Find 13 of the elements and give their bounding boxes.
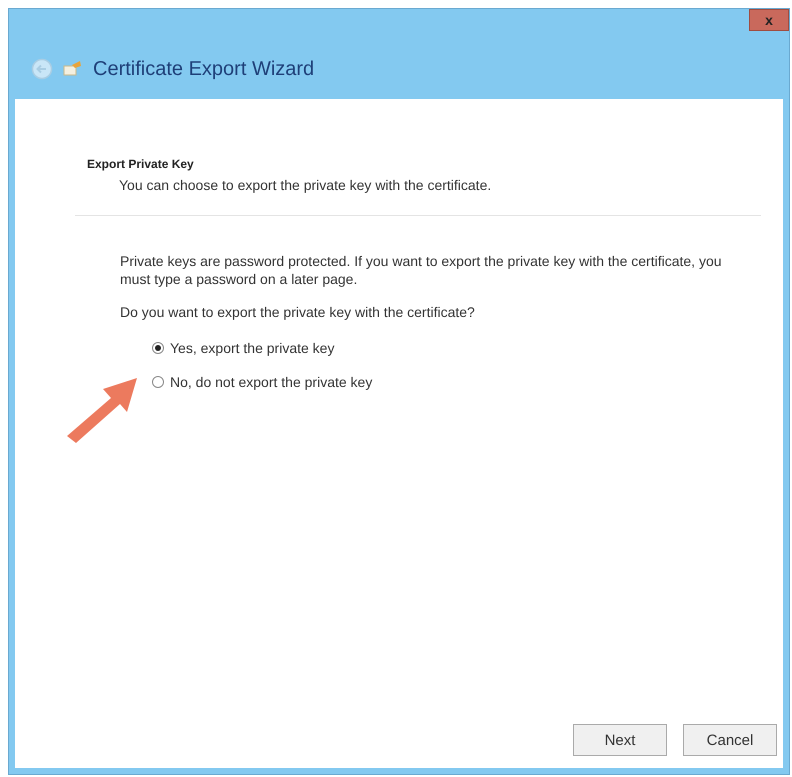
next-button[interactable]: Next (573, 724, 667, 756)
radio-option[interactable]: No, do not export the private key (152, 374, 723, 390)
radio-button[interactable] (152, 342, 164, 354)
question-text: Do you want to export the private key with the certificate? (120, 304, 476, 320)
info-paragraph: Private keys are password protected. If you want to export the private key with the certificate, you must type a password on a later page. (120, 252, 723, 288)
radio-option[interactable]: Yes, export the private key (152, 340, 723, 356)
page-subtitle: You can choose to export the private key with the certificate. (119, 177, 492, 193)
page-heading: Export Private Key (87, 157, 195, 171)
window-title: Certificate Export Wizard (93, 58, 314, 80)
close-button[interactable]: x (749, 9, 789, 31)
cancel-button[interactable]: Cancel (683, 724, 777, 756)
radio-button[interactable] (152, 376, 164, 388)
certificate-icon (63, 60, 83, 78)
